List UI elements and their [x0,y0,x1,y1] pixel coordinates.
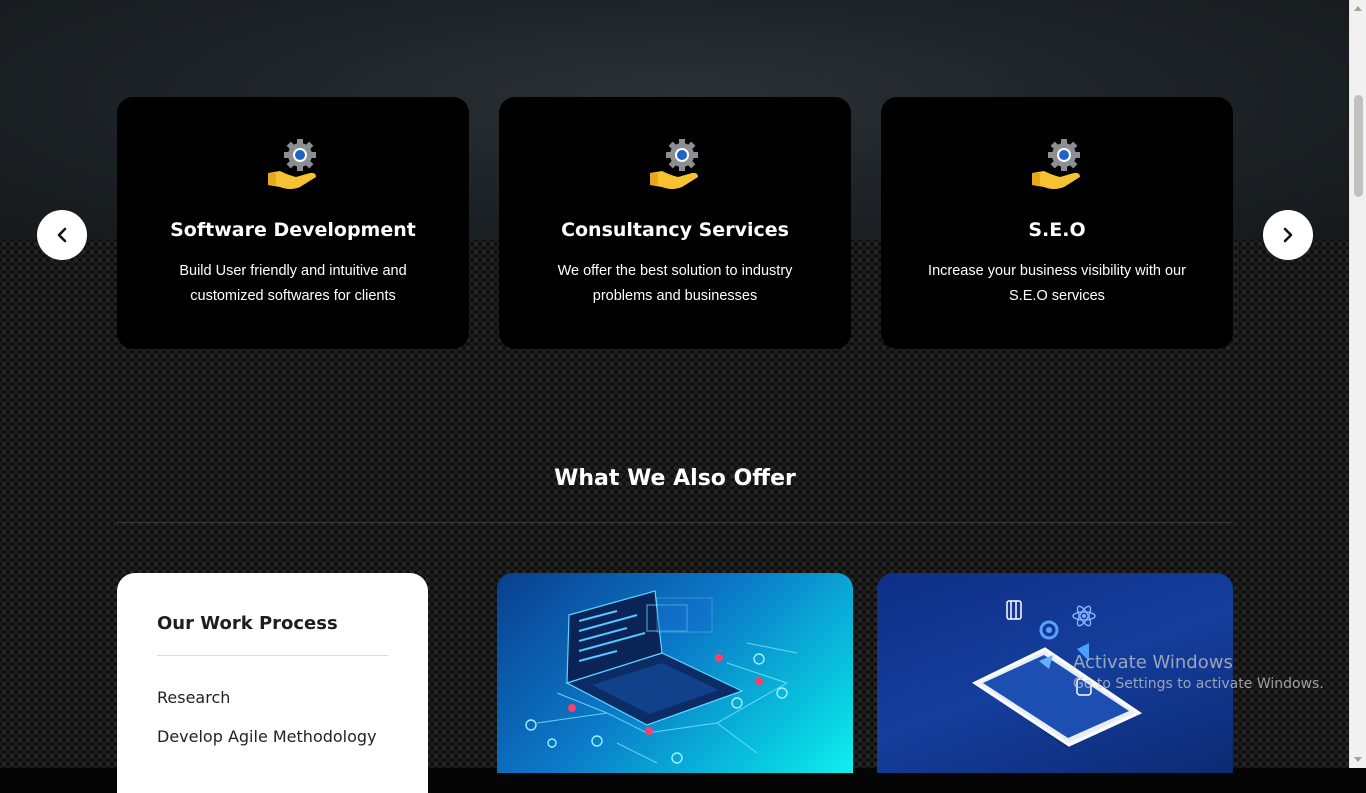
service-card-consultancy[interactable]: Consultancy Services We offer the best s… [499,97,851,349]
windows-activation-watermark: Activate Windows Go to Settings to activ… [1073,652,1324,692]
service-title: S.E.O [1028,219,1086,241]
scroll-up-icon[interactable] [1354,6,1362,11]
work-process-title: Our Work Process [157,613,338,634]
watermark-subtitle: Go to Settings to activate Windows. [1073,676,1324,692]
service-description: Increase your business visibility with o… [928,263,1186,304]
service-description: We offer the best solution to industry p… [557,263,793,304]
watermark-title: Activate Windows [1073,652,1233,673]
service-card-seo[interactable]: S.E.O Increase your business visibility … [881,97,1233,349]
chevron-left-icon [57,227,67,243]
work-process-item-research[interactable]: Research [157,688,230,707]
laptop-circuit-illustration[interactable] [497,573,853,773]
page-scrollbar[interactable] [1349,0,1366,768]
scroll-down-icon[interactable] [1354,757,1362,762]
service-title: Software Development [170,219,416,241]
section-divider [117,522,1233,523]
laptop-illustration-graphic [525,590,798,764]
work-process-item-agile[interactable]: Develop Agile Methodology [157,727,377,746]
carousel-next-button[interactable] [1263,210,1313,260]
work-process-card: Our Work Process Research Develop Agile … [117,573,428,793]
section-title-offer: What We Also Offer [554,466,796,491]
chevron-right-icon [1283,227,1293,243]
gear-hand-icon [268,139,316,189]
gear-hand-icon [1032,139,1080,189]
service-description: Build User friendly and intuitive and cu… [179,263,407,304]
carousel-prev-button[interactable] [37,210,87,260]
gear-hand-icon [650,139,698,189]
service-title: Consultancy Services [561,219,789,241]
work-process-divider [157,655,388,656]
service-card-software[interactable]: Software Development Build User friendly… [117,97,469,349]
scroll-thumb[interactable] [1354,95,1363,197]
